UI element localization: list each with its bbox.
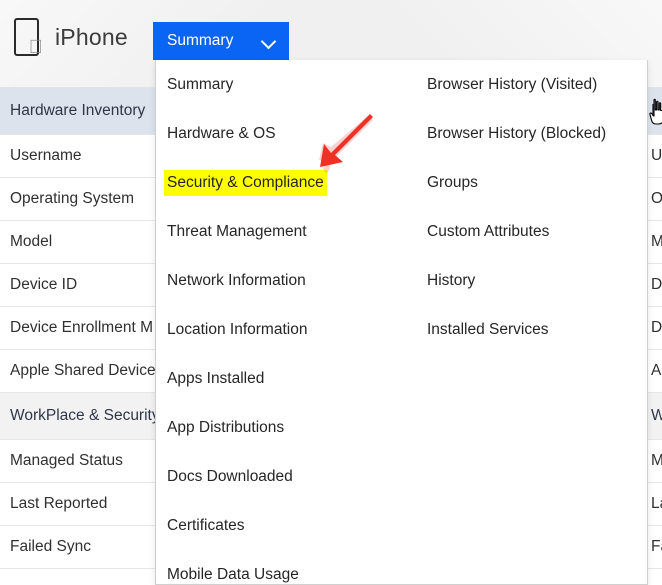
attribute-section-header: Hardware Inventory	[648, 88, 662, 135]
dropdown-item-label: Docs Downloaded	[167, 467, 293, 485]
attribute-label: Operating System	[10, 190, 135, 207]
attribute-label: Managed Status	[651, 452, 662, 470]
attribute-row: Last Reported	[0, 483, 162, 526]
attribute-row: Username	[648, 135, 662, 178]
dropdown-item-summary[interactable]: Summary	[156, 60, 416, 109]
dropdown-item-certificates[interactable]: Certificates	[156, 501, 416, 550]
attribute-row: Apple Shared Device	[648, 350, 662, 393]
attribute-row: Last Reported	[648, 483, 662, 526]
attribute-row: Device ID	[648, 264, 662, 307]
attribute-section-header: Hardware Inventory	[0, 88, 162, 135]
dropdown-item-apps-installed[interactable]: Apps Installed	[156, 354, 416, 403]
dropdown-item-app-distributions[interactable]: App Distributions	[156, 403, 416, 452]
attribute-label: Apple Shared Device	[651, 362, 662, 379]
attribute-label: Device ID	[10, 276, 78, 293]
dropdown-item-label: Security & Compliance	[164, 169, 327, 196]
dropdown-item-label: Browser History (Visited)	[427, 75, 598, 93]
dropdown-item-installed-services[interactable]: Installed Services	[416, 305, 647, 354]
dropdown-item-history[interactable]: History	[416, 256, 647, 305]
attribute-label: Username	[10, 147, 82, 164]
dropdown-item-label: Summary	[167, 75, 234, 93]
attribute-label: Last Reported	[651, 495, 662, 512]
hardware-attribute-table-right-edge: Hardware Inventory Username Operating Syst…	[648, 88, 662, 569]
attribute-row: Managed Status	[0, 440, 162, 483]
attribute-label: Failed Sync	[10, 538, 91, 555]
attribute-label: Last Reported	[10, 495, 108, 512]
dropdown-item-label: Groups	[427, 173, 478, 191]
attribute-row: Model	[0, 221, 162, 264]
dropdown-item-hardware-os[interactable]: Hardware & OS	[156, 109, 416, 158]
attribute-label: Hardware Inventory	[10, 102, 146, 119]
attribute-label: WorkPlace & Security	[10, 407, 160, 424]
attribute-row: Operating System	[648, 178, 662, 221]
attribute-row: Operating System	[0, 178, 162, 221]
summary-dropdown-button[interactable]: Summary	[153, 22, 289, 60]
summary-dropdown-menu: Summary Hardware & OS Security & Complianc…	[155, 60, 648, 585]
attribute-row: Failed Sync	[648, 526, 662, 569]
device-title:  iPhone	[14, 18, 128, 57]
attribute-section-header: WorkPlace & Security	[648, 393, 662, 440]
attribute-row: Apple Shared Device	[0, 350, 162, 393]
dropdown-item-custom-attributes[interactable]: Custom Attributes	[416, 207, 647, 256]
dropdown-item-docs-downloaded[interactable]: Docs Downloaded	[156, 452, 416, 501]
attribute-label: Username	[651, 147, 662, 164]
attribute-label: Device Enrollment M	[651, 319, 662, 336]
dropdown-item-mobile-data-usage[interactable]: Mobile Data Usage	[156, 550, 416, 584]
dropdown-item-label: Custom Attributes	[427, 222, 550, 240]
attribute-row: Device ID	[0, 264, 162, 307]
hardware-attribute-table: Hardware Inventory Username Operating Syst…	[0, 88, 163, 569]
dropdown-item-label: Network Information	[167, 271, 306, 289]
attribute-label: Device ID	[651, 276, 662, 293]
dropdown-left-column: Summary Hardware & OS Security & Complianc…	[156, 60, 416, 584]
dropdown-item-browser-history-visited[interactable]: Browser History (Visited)	[416, 60, 647, 109]
attribute-label: Operating System	[651, 190, 662, 207]
attribute-section-header: WorkPlace & Security	[0, 393, 162, 440]
page-title: iPhone	[55, 23, 128, 50]
attribute-row: Device Enrollment M	[0, 307, 162, 350]
dropdown-item-label: Certificates	[167, 516, 245, 534]
dropdown-item-label: Location Information	[167, 320, 308, 338]
dropdown-item-label: Mobile Data Usage	[167, 565, 299, 583]
app-root: Hardware Inventory Username Operating Syst…	[0, 0, 662, 585]
attribute-label: Failed Sync	[651, 538, 662, 555]
attribute-row: Managed Status	[648, 440, 662, 483]
summary-dropdown-label: Summary	[167, 32, 234, 49]
dropdown-item-label: App Distributions	[167, 418, 285, 436]
dropdown-item-label: Threat Management	[167, 222, 307, 240]
dropdown-item-label: Apps Installed	[167, 369, 265, 387]
dropdown-item-label: Hardware & OS	[167, 124, 276, 142]
dropdown-item-threat-management[interactable]: Threat Management	[156, 207, 416, 256]
attribute-row: Username	[0, 135, 162, 178]
attribute-label: Model	[651, 233, 662, 251]
dropdown-item-label: Browser History (Blocked)	[427, 124, 607, 142]
dropdown-right-column: Browser History (Visited) Browser History…	[416, 60, 647, 354]
dropdown-item-groups[interactable]: Groups	[416, 158, 647, 207]
attribute-label: Apple Shared Device	[10, 362, 156, 379]
attribute-row: Device Enrollment M	[648, 307, 662, 350]
attribute-row: Failed Sync	[0, 526, 162, 569]
iphone-apple-icon: 	[14, 18, 43, 57]
dropdown-item-label: History	[427, 271, 476, 289]
dropdown-item-network-information[interactable]: Network Information	[156, 256, 416, 305]
attribute-label: Managed Status	[10, 452, 123, 469]
dropdown-item-security-compliance[interactable]: Security & Compliance	[156, 158, 416, 207]
dropdown-item-label: Installed Services	[427, 320, 549, 338]
attribute-label: Hardware Inventory	[651, 102, 662, 119]
dropdown-item-location-information[interactable]: Location Information	[156, 305, 416, 354]
attribute-label: Model	[10, 233, 53, 250]
attribute-label: WorkPlace & Security	[651, 407, 662, 425]
attribute-label: Device Enrollment M	[10, 319, 153, 336]
chevron-down-icon	[262, 35, 275, 48]
attribute-row: Model	[648, 221, 662, 264]
dropdown-item-browser-history-blocked[interactable]: Browser History (Blocked)	[416, 109, 647, 158]
